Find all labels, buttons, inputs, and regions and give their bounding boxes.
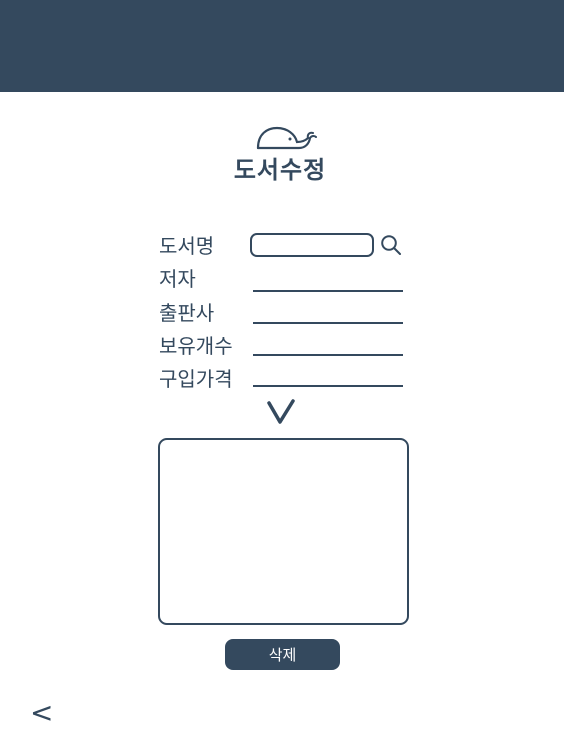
- publisher-field[interactable]: [253, 302, 403, 324]
- delete-button[interactable]: 삭제: [225, 639, 340, 670]
- checkmark-icon[interactable]: [266, 398, 296, 428]
- author-label: 저자: [159, 267, 196, 291]
- stock-count-field[interactable]: [253, 334, 403, 356]
- top-app-bar: [0, 0, 564, 92]
- page-title: 도서수정: [233, 156, 327, 184]
- book-name-search-input[interactable]: [250, 233, 374, 257]
- book-edit-page: 도서수정 도서명 저자 출판사 보유개수 구입가격 삭제 <: [0, 0, 564, 753]
- stock-count-label: 보유개수: [159, 334, 233, 358]
- publisher-label: 출판사: [159, 301, 215, 325]
- back-button[interactable]: <: [30, 698, 53, 728]
- search-icon[interactable]: [380, 234, 402, 256]
- author-field[interactable]: [253, 270, 403, 292]
- book-name-label: 도서명: [159, 234, 215, 258]
- whale-logo-icon: [256, 126, 317, 150]
- purchase-price-field[interactable]: [253, 365, 403, 387]
- purchase-price-label: 구입가격: [159, 367, 233, 391]
- book-detail-box[interactable]: [158, 438, 409, 625]
